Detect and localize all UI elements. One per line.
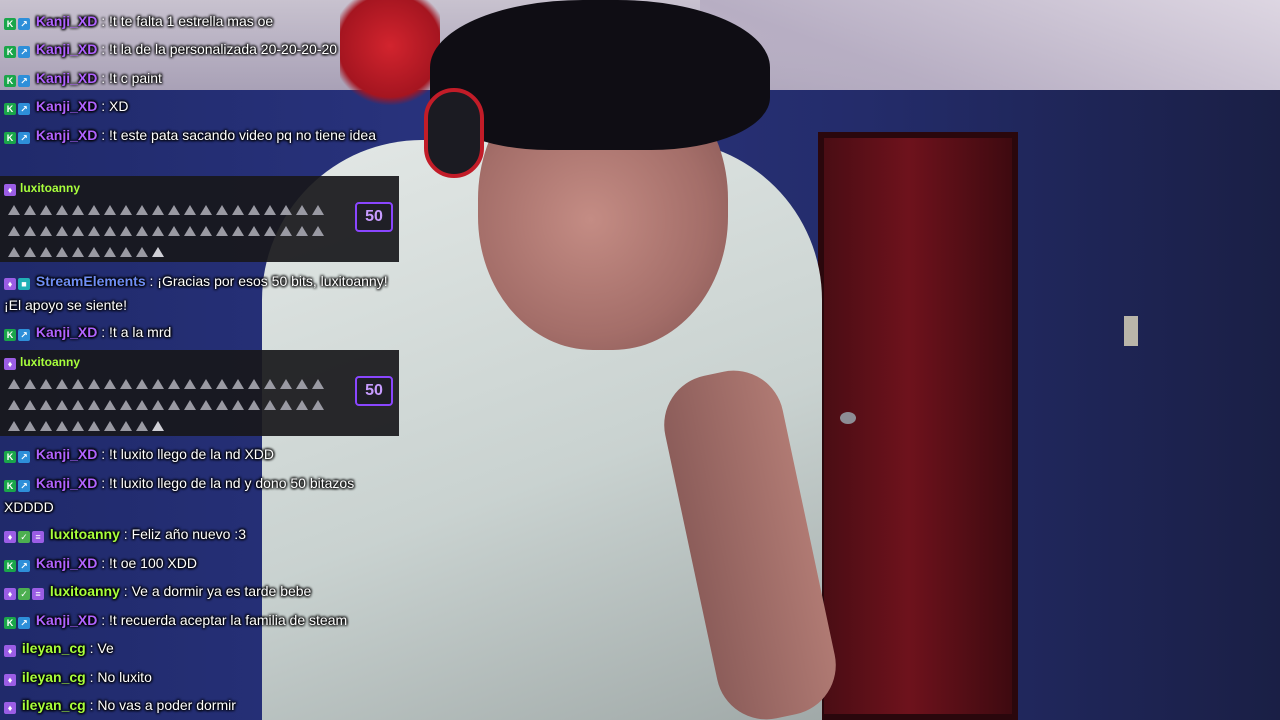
chat-username[interactable]: Kanji_XD	[36, 446, 97, 462]
kick-badge-icon: K	[4, 480, 16, 492]
kick-badge-icon: K	[4, 617, 16, 629]
cheer-amount: 50	[355, 376, 393, 406]
chat-username[interactable]: Kanji_XD	[36, 612, 97, 628]
chat-username[interactable]: Kanji_XD	[36, 41, 97, 57]
chat-text: : !t c paint	[101, 70, 162, 86]
kick-badge-icon: K	[4, 46, 16, 58]
kick-badge-icon: K	[4, 103, 16, 115]
door-knob	[840, 412, 856, 424]
chat-overlay: K ↗ Kanji_XD : !t te falta 1 estrella mas…	[0, 0, 400, 720]
kick-badge-icon: K	[4, 75, 16, 87]
bits-badge-icon: ♦	[4, 645, 16, 657]
chat-text: : !t este pata sacando video pq no tiene…	[101, 127, 377, 143]
chat-message: K ↗ Kanji_XD : !t a la mrd	[4, 320, 396, 344]
prime-badge-icon: ↗	[18, 75, 30, 87]
prime-badge-icon: ↗	[18, 451, 30, 463]
chat-message: ♦ ✓ ≡ luxitoanny : Feliz año nuevo :3	[4, 522, 396, 546]
bits-badge-icon: ♦	[4, 531, 16, 543]
chat-text: : !t oe 100 XDD	[101, 555, 197, 571]
bits-badge-icon: ♦	[4, 674, 16, 686]
chat-message: K ↗ Kanji_XD : !t la de la personalizada …	[4, 37, 396, 61]
cheer-amount: 50	[355, 202, 393, 232]
chat-message: K ↗ Kanji_XD : !t recuerda aceptar la fam…	[4, 608, 396, 632]
chat-text: : !t a la mrd	[101, 324, 172, 340]
prime-badge-icon: ↗	[18, 46, 30, 58]
prime-badge-icon: ↗	[18, 480, 30, 492]
chat-username[interactable]: Kanji_XD	[36, 70, 97, 86]
cheer-card: ♦ luxitoanny 50	[0, 176, 399, 262]
chat-username[interactable]: Kanji_XD	[36, 98, 97, 114]
bits-badge-icon: ♦	[4, 588, 16, 600]
chat-text: : !t te falta 1 estrella mas oe	[101, 13, 274, 29]
bits-badge-icon: ♦	[4, 278, 16, 290]
headphone-icon	[424, 88, 484, 178]
verified-badge-icon: ✓	[18, 588, 30, 600]
prime-badge-icon: ↗	[18, 18, 30, 30]
stream-video: K ↗ Kanji_XD : !t te falta 1 estrella mas…	[0, 0, 1280, 720]
verified-badge-icon: ✓	[18, 531, 30, 543]
chat-message: K ↗ Kanji_XD : XD	[4, 94, 396, 118]
chat-username[interactable]: Kanji_XD	[36, 127, 97, 143]
prime-badge-icon: ↗	[18, 132, 30, 144]
cheer-card: ♦ luxitoanny 50	[0, 350, 399, 436]
prime-badge-icon: ↗	[18, 103, 30, 115]
chat-username[interactable]: Kanji_XD	[36, 475, 97, 491]
cheer-emote-grid	[6, 376, 336, 439]
door	[818, 132, 1018, 720]
chat-message: K ↗ Kanji_XD : !t c paint	[4, 66, 396, 90]
bot-badge-icon: ■	[18, 278, 30, 290]
chat-username[interactable]: Kanji_XD	[36, 555, 97, 571]
chat-text: : Ve	[89, 640, 114, 656]
chat-text: : XD	[101, 98, 129, 114]
chat-text: : !t la de la personalizada 20-20-20-20	[101, 41, 338, 57]
prime-badge-icon: ↗	[18, 560, 30, 572]
bits-badge-icon: ♦	[4, 702, 16, 714]
chat-text: : !t luxito llego de la nd XDD	[101, 446, 275, 462]
chat-message: ♦ ■ StreamElements : ¡Gracias por esos 50…	[4, 269, 396, 317]
chat-username[interactable]: ileyan_cg	[22, 640, 86, 656]
chat-text: : Ve a dormir ya es tarde bebe	[123, 583, 312, 599]
sub-badge-icon: ≡	[32, 588, 44, 600]
chat-message: K ↗ Kanji_XD : !t oe 100 XDD	[4, 551, 396, 575]
prime-badge-icon: ↗	[18, 329, 30, 341]
chat-username[interactable]: luxitoanny	[50, 526, 120, 542]
light-switch	[1124, 316, 1138, 346]
bits-badge-icon: ♦	[4, 358, 16, 370]
chat-text: : No luxito	[89, 669, 152, 685]
chat-username[interactable]: StreamElements	[36, 273, 146, 289]
chat-message: K ↗ Kanji_XD : !t este pata sacando video…	[4, 123, 396, 147]
chat-username[interactable]: Kanji_XD	[36, 13, 97, 29]
chat-message: K ↗ Kanji_XD : !t luxito llego de la nd y…	[4, 471, 396, 519]
kick-badge-icon: K	[4, 451, 16, 463]
cheer-username[interactable]: luxitoanny	[20, 181, 80, 195]
kick-badge-icon: K	[4, 329, 16, 341]
chat-username[interactable]: Kanji_XD	[36, 324, 97, 340]
chat-username[interactable]: luxitoanny	[50, 583, 120, 599]
cheer-emote-grid	[6, 202, 336, 265]
chat-username[interactable]: ileyan_cg	[22, 669, 86, 685]
prime-badge-icon: ↗	[18, 617, 30, 629]
chat-text: : No vas a poder dormir	[89, 697, 236, 713]
chat-text: : !t recuerda aceptar la familia de stea…	[101, 612, 348, 628]
chat-username[interactable]: ileyan_cg	[22, 697, 86, 713]
chat-message: ♦ ✓ ≡ luxitoanny : Ve a dormir ya es tarde…	[4, 579, 396, 603]
kick-badge-icon: K	[4, 560, 16, 572]
chat-message: ♦ ileyan_cg : No luxito	[4, 665, 396, 689]
chat-message: ♦ ileyan_cg : No vas a poder dormir	[4, 693, 396, 717]
cheer-username[interactable]: luxitoanny	[20, 355, 80, 369]
sub-badge-icon: ≡	[32, 531, 44, 543]
chat-message: ♦ ileyan_cg : Ve	[4, 636, 396, 660]
chat-text: : Feliz año nuevo :3	[123, 526, 246, 542]
chat-message: K ↗ Kanji_XD : !t te falta 1 estrella mas…	[4, 9, 396, 33]
chat-message: K ↗ Kanji_XD : !t luxito llego de la nd X…	[4, 442, 396, 466]
kick-badge-icon: K	[4, 132, 16, 144]
kick-badge-icon: K	[4, 18, 16, 30]
bits-badge-icon: ♦	[4, 184, 16, 196]
